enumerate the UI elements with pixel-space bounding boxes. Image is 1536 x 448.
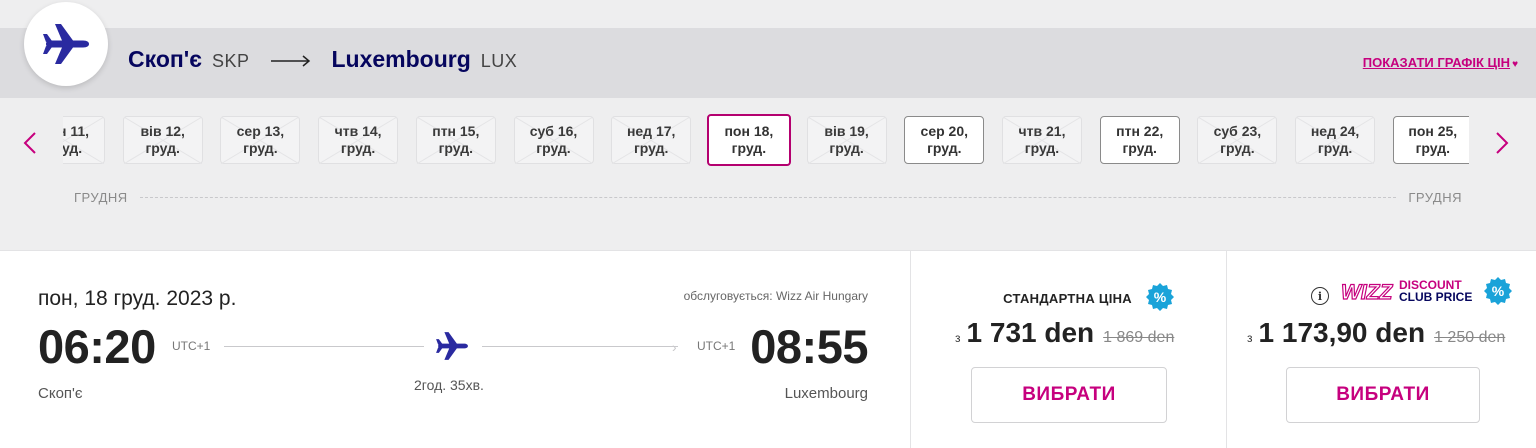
departure-time: 06:20 (38, 320, 156, 373)
date-option[interactable]: сер 20, груд. (904, 116, 985, 164)
date-option[interactable]: птн 22, груд. (1099, 116, 1180, 164)
arrival-timezone: UTC+1 (697, 339, 736, 353)
date-option-label: вів 19, груд. (824, 123, 869, 156)
date-carousel: пон 11, груд. вів 12, груд. сер 13, груд. ч… (63, 114, 1469, 168)
date-option-label: пон 18, груд. (724, 123, 774, 156)
date-option-label: птн 22, груд. (1116, 123, 1164, 156)
date-option[interactable]: пон 11, груд. (63, 116, 105, 164)
date-option-label: суб 23, груд. (1213, 123, 1262, 156)
operated-by: обслуговується: Wizz Air Hungary (683, 289, 868, 303)
date-option[interactable]: сер 13, груд. (220, 116, 301, 164)
standard-fare-title: СТАНДАРТНА ЦІНА (1003, 291, 1132, 306)
standard-price-line: з 1 731 den 1 869 den (955, 317, 1270, 349)
discount-price-line: з 1 173,90 den 1 250 den (1247, 317, 1536, 349)
month-row: ГРУДНЯ ГРУДНЯ (74, 188, 1462, 206)
heart-icon: ♥ (1512, 59, 1518, 70)
flight-duration: 2год. 35хв. (414, 377, 484, 393)
select-standard-button[interactable]: ВИБРАТИ (971, 367, 1167, 423)
price-from-prefix: з (955, 331, 961, 345)
date-option[interactable]: нед 17, груд. (611, 116, 692, 164)
discount-old-price: 1 250 den (1434, 329, 1506, 346)
chevron-left-icon (23, 132, 36, 154)
date-option-label: суб 16, груд. (529, 123, 578, 156)
date-option[interactable]: вів 19, груд. (806, 116, 887, 164)
origin-code: SKP (211, 51, 250, 71)
date-option-label: пон 25, груд. (1408, 123, 1458, 156)
long-arrow-right-icon (271, 54, 311, 72)
date-option-label: чтв 21, груд. (1018, 123, 1066, 156)
prev-dates-button[interactable] (20, 128, 40, 158)
airline-logo-circle (24, 2, 108, 86)
discount-club-line2: CLUB PRICE (1399, 290, 1473, 304)
destination-code: LUX (480, 51, 518, 71)
departure-timezone: UTC+1 (172, 339, 211, 353)
arrival-city: Luxembourg (784, 385, 868, 402)
price-from-prefix: з (1247, 331, 1253, 345)
wizz-discount-club-logo: WIZZ DISCOUNT CLUB PRICE (1339, 279, 1472, 303)
date-option[interactable]: суб 16, груд. (513, 116, 594, 164)
show-price-graph-label: ПОКАЗАТИ ГРАФІК ЦІН (1362, 55, 1511, 70)
discount-club-label: DISCOUNT CLUB PRICE (1399, 279, 1472, 303)
show-price-graph-link[interactable]: ПОКАЗАТИ ГРАФІК ЦІН ♥ (1363, 55, 1518, 70)
date-option-label: нед 17, груд. (626, 123, 676, 156)
date-option[interactable]: суб 23, груд. (1197, 116, 1278, 164)
discount-club-fare: i WIZZ DISCOUNT CLUB PRICE % з 1 173,90 … (1226, 251, 1536, 448)
date-option-label: чтв 14, груд. (334, 123, 382, 156)
flight-track (224, 346, 424, 347)
chevron-right-icon (1496, 132, 1509, 154)
discount-badge-icon: % (1146, 283, 1174, 311)
date-option-label: сер 20, груд. (920, 123, 969, 156)
date-option-label: нед 24, груд. (1310, 123, 1360, 156)
date-option-label: вів 12, груд. (140, 123, 185, 156)
date-option[interactable]: чтв 21, груд. (1002, 116, 1082, 164)
date-option[interactable]: нед 24, груд. (1295, 116, 1376, 164)
flight-track (482, 346, 678, 347)
next-dates-button[interactable] (1492, 128, 1512, 158)
info-icon[interactable]: i (1311, 287, 1329, 305)
svg-text:%: % (1492, 283, 1505, 299)
svg-text:WIZZ: WIZZ (1341, 281, 1393, 303)
route-title: Скоп'є SKP Luxembourg LUX (128, 46, 517, 73)
standard-old-price: 1 869 den (1103, 329, 1175, 346)
date-option[interactable]: птн 15, груд. (415, 116, 496, 164)
date-option[interactable]: пон 18, груд. (706, 114, 791, 166)
origin-city: Скоп'є (128, 46, 202, 72)
date-option-label: пон 11, груд. (63, 123, 90, 156)
flight-card: пон, 18 груд. 2023 р. обслуговується: Wi… (0, 250, 1536, 448)
svg-text:%: % (1154, 289, 1167, 305)
month-label-left: ГРУДНЯ (74, 189, 128, 205)
standard-price: 1 731 den (966, 317, 1095, 348)
discount-club-price: 1 173,90 den (1258, 317, 1426, 348)
date-option-label: птн 15, груд. (432, 123, 480, 156)
date-option-label: сер 13, груд. (236, 123, 285, 156)
arrival-time: 08:55 (750, 320, 868, 373)
destination-city: Luxembourg (331, 46, 471, 72)
date-strip: пон 11, груд. вів 12, груд. сер 13, груд. ч… (0, 98, 1536, 224)
chevron-right-icon: › (672, 339, 677, 355)
month-label-right: ГРУДНЯ (1408, 189, 1462, 205)
date-option[interactable]: вів 12, груд. (122, 116, 203, 164)
standard-fare: СТАНДАРТНА ЦІНА % з 1 731 den 1 869 den … (910, 251, 1226, 448)
discount-badge-icon: % (1484, 277, 1512, 305)
select-discount-club-button[interactable]: ВИБРАТИ (1286, 367, 1480, 423)
plane-icon (434, 329, 470, 368)
date-option[interactable]: пон 25, груд. (1392, 116, 1469, 164)
flight-date: пон, 18 груд. 2023 р. (38, 287, 237, 310)
month-divider (139, 196, 1397, 198)
flight-info: пон, 18 груд. 2023 р. обслуговується: Wi… (0, 251, 910, 448)
wizz-logo-icon: WIZZ (1340, 280, 1394, 303)
departure-city: Скоп'є (38, 385, 83, 402)
date-option[interactable]: чтв 14, груд. (318, 116, 399, 164)
plane-icon (43, 24, 89, 64)
